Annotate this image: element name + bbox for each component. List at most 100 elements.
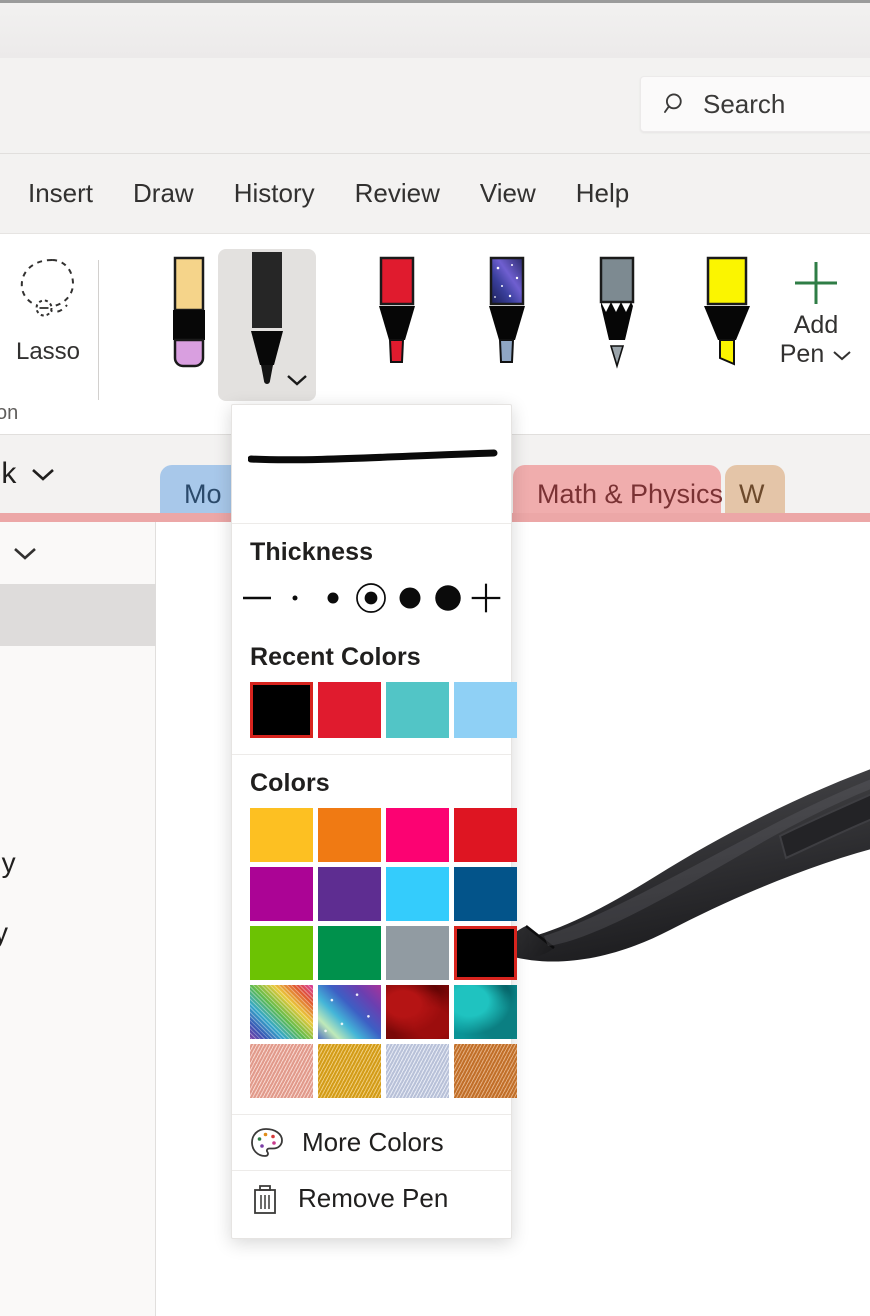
plus-icon [471,583,501,613]
thickness-xxs-option[interactable] [278,581,312,615]
swatch-pencil-copper[interactable] [454,1044,517,1098]
colors-heading: Colors [250,769,330,797]
palette-icon [251,1127,283,1157]
trash-icon [254,1184,276,1214]
search-label: Search [703,88,786,119]
notebook-title-text: ook [0,457,17,490]
chevron-down-icon[interactable] [832,349,852,361]
thickness-m-icon [399,587,421,609]
swatch-purple[interactable] [318,867,381,921]
thickness-line-option[interactable] [240,581,274,615]
swatch-green[interactable] [318,926,381,980]
lasso-label: Lasso [15,338,81,365]
thickness-m-option[interactable] [393,581,427,615]
swatch-orange[interactable] [318,808,381,862]
tab-help[interactable]: Help [556,172,649,215]
add-pen-label-line2: Pen [779,340,825,368]
toolbar-divider [98,260,99,400]
chevron-down-icon[interactable] [30,466,56,482]
swatch-cyan[interactable] [386,867,449,921]
recent-colors-heading: Recent Colors [250,643,421,671]
swatch-light-green[interactable] [250,926,313,980]
page-list-item-selected[interactable] [0,584,156,646]
more-colors-item[interactable]: More Colors [232,1114,511,1170]
draw-group-label: tion [0,402,19,424]
recent-swatch-black[interactable] [250,682,313,738]
thickness-section: Thickness [232,524,511,571]
thickness-xs-icon [327,592,339,604]
title-bar [0,0,870,58]
thickness-options [232,571,511,629]
page-list-item[interactable] [0,654,156,716]
swatch-pencil-rose[interactable] [250,1044,313,1098]
add-pen-button[interactable]: Add Pen [768,256,864,368]
ribbon-top-bar: Search [0,58,870,154]
lasso-select-button[interactable]: Lasso [4,252,92,382]
tab-view[interactable]: View [460,172,556,215]
eraser-tan-icon [173,256,205,368]
ribbon-tab-strip: Insert Draw History Review View Help [0,154,870,234]
colors-grid [232,802,517,1114]
tab-history[interactable]: History [214,172,335,215]
stroke-preview-line [248,449,498,464]
thickness-line-icon [243,596,271,600]
recent-swatch-red[interactable] [318,682,381,738]
chevron-down-icon[interactable] [286,373,308,387]
swatch-magenta[interactable] [250,867,313,921]
notebook-title[interactable]: ook [0,457,56,491]
thickness-s-selected-icon [356,583,387,613]
swatch-pencil-periwinkle[interactable] [386,1044,449,1098]
thickness-heading: Thickness [250,538,374,566]
pen-item-red[interactable] [358,256,436,391]
stroke-preview [232,405,511,524]
recent-swatch-light-blue[interactable] [454,682,517,738]
thickness-s-option-selected[interactable] [354,581,388,615]
swatch-pink[interactable] [386,808,449,862]
swatch-gray[interactable] [386,926,449,980]
highlighter-yellow-icon [704,256,750,366]
thickness-l-option[interactable] [431,581,465,615]
pencil-gray-icon [599,256,635,369]
search-icon [664,93,682,113]
pen-black-icon [251,252,283,384]
pen-galaxy-icon [489,256,525,363]
recent-colors-grid [232,676,517,754]
page-list [0,522,156,1316]
swatch-amber[interactable] [250,808,313,862]
search-box[interactable]: Search [640,76,870,132]
plus-icon [795,262,837,304]
page-list-header[interactable] [0,522,156,584]
tab-insert[interactable]: Insert [8,172,113,215]
swatch-pencil-gold[interactable] [318,1044,381,1098]
remove-pen-item[interactable]: Remove Pen [232,1170,511,1226]
tab-review[interactable]: Review [335,172,460,215]
lasso-select-icon [20,258,75,317]
swatch-lava-red[interactable] [386,985,449,1039]
add-pen-label-line1: Add [793,311,839,339]
note-text-line-2: y [0,917,8,948]
swatch-rainbow-glitter[interactable] [250,985,313,1039]
pen-options-flyout: Thickness Recent Colors Colors More Colo… [231,404,517,1239]
thickness-xs-option[interactable] [316,581,350,615]
more-colors-label: More Colors [302,1127,444,1157]
lasso-group: Lasso tion [0,234,98,435]
chevron-down-icon[interactable] [12,545,38,561]
swatch-red[interactable] [454,808,517,862]
swatch-ocean-teal[interactable] [454,985,517,1039]
pen-item-galaxy[interactable] [468,256,546,391]
colors-section: Colors [232,755,511,802]
recent-colors-section: Recent Colors [232,629,511,676]
pen-item-pencil-gray[interactable] [578,256,656,391]
tab-draw[interactable]: Draw [113,172,214,215]
pen-item-highlighter-tan[interactable] [150,256,228,391]
note-text-line-1: gy [0,847,16,878]
swatch-galaxy[interactable] [318,985,381,1039]
recent-swatch-teal[interactable] [386,682,449,738]
pen-item-highlighter-yellow[interactable] [688,256,766,391]
onenote-window: Search Insert Draw History Review View H… [0,0,870,1316]
swatch-black[interactable] [454,926,517,980]
pen-item-black[interactable] [218,249,316,401]
remove-pen-label: Remove Pen [298,1183,449,1213]
thickness-custom-option[interactable] [469,581,503,615]
swatch-dark-blue[interactable] [454,867,517,921]
